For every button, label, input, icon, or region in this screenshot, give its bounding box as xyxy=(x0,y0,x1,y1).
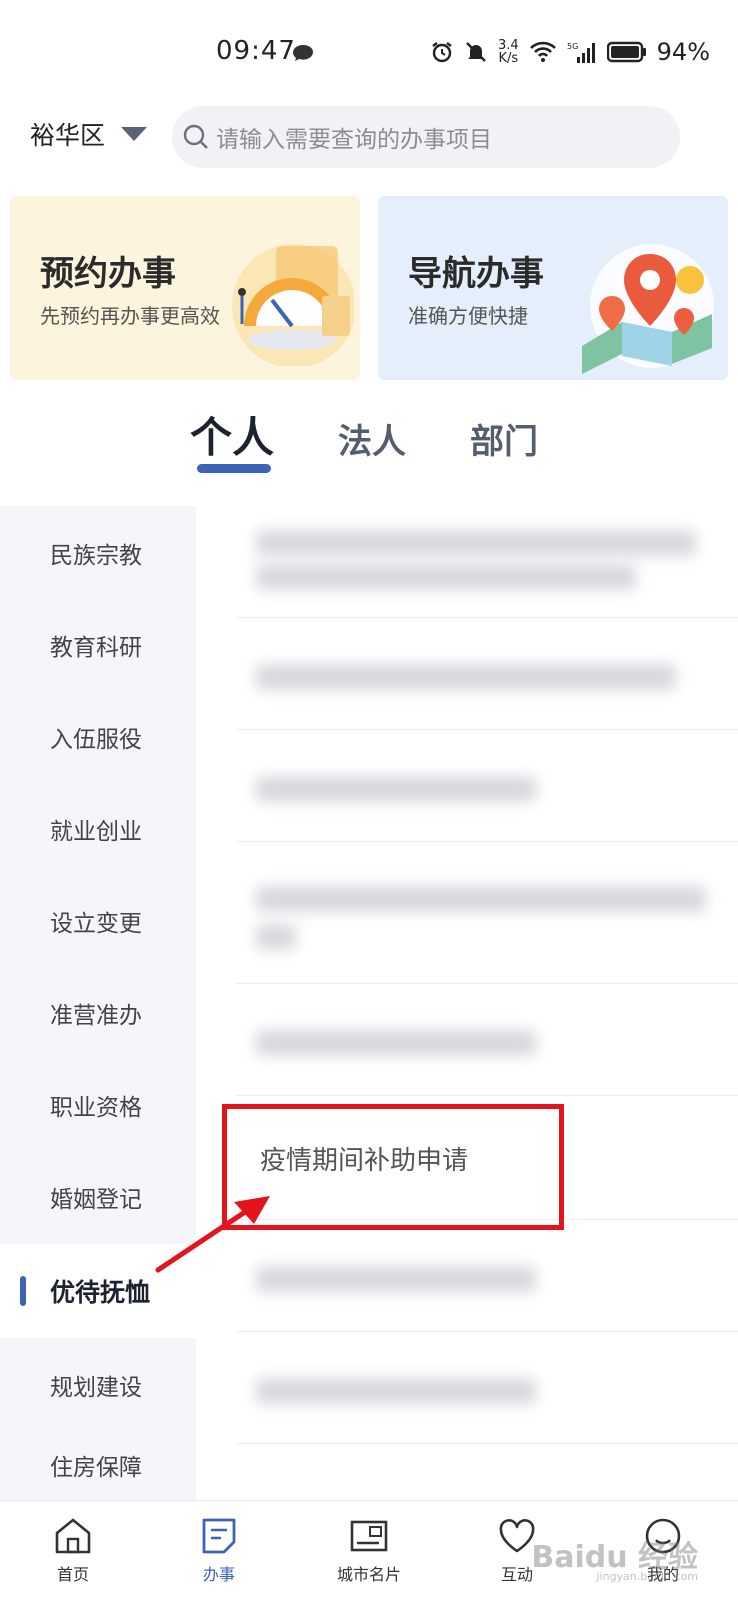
watermark-url: jingyan.baidu.com xyxy=(596,1570,698,1583)
signal-icon: 5G xyxy=(567,42,595,63)
sidebar-item[interactable]: 民族宗教 xyxy=(0,506,196,600)
blurred-text xyxy=(256,886,706,912)
document-icon xyxy=(202,1518,236,1554)
list-item[interactable] xyxy=(236,1332,738,1444)
active-item-marker xyxy=(20,1276,26,1306)
list-item[interactable] xyxy=(236,730,738,842)
search-icon xyxy=(183,124,208,149)
annotation-arrow-icon xyxy=(155,1196,270,1273)
active-tab-indicator xyxy=(197,464,271,473)
list-item[interactable] xyxy=(236,506,738,618)
wifi-icon xyxy=(529,41,556,62)
sidebar-item[interactable]: 设立变更 xyxy=(0,874,196,968)
map-pin-illustration-icon xyxy=(582,244,714,374)
banner-subtitle: 准确方便快捷 xyxy=(408,304,528,328)
dropdown-triangle-icon xyxy=(121,127,148,141)
battery-icon xyxy=(606,41,646,63)
list-item[interactable] xyxy=(236,842,738,984)
blurred-text xyxy=(256,530,696,556)
battery-percent: 94% xyxy=(656,38,710,66)
sidebar-item[interactable]: 职业资格 xyxy=(0,1058,196,1152)
list-item[interactable] xyxy=(236,618,738,730)
search-input[interactable]: 请输入需要查询的办事项目 xyxy=(172,106,680,168)
sidebar-item[interactable]: 入伍服役 xyxy=(0,690,196,784)
nav-services[interactable]: 办事 xyxy=(164,1501,274,1600)
search-placeholder: 请输入需要查询的办事项目 xyxy=(216,127,492,153)
sidebar-item[interactable]: 住房保障 xyxy=(0,1430,196,1490)
nav-city-card[interactable]: 城市名片 xyxy=(314,1501,424,1600)
service-list: 疫情期间补助申请 xyxy=(236,506,738,1506)
alarm-icon xyxy=(432,42,452,63)
tab-department[interactable]: 部门 xyxy=(470,414,538,463)
sidebar-item[interactable]: 教育科研 xyxy=(0,598,196,692)
postcard-icon xyxy=(350,1520,388,1552)
sidebar-item-label: 优待抚恤 xyxy=(50,1278,151,1307)
svg-text:5G: 5G xyxy=(567,42,578,51)
nav-label: 首页 xyxy=(56,1565,89,1584)
blurred-text xyxy=(256,1378,536,1404)
home-icon xyxy=(55,1518,91,1554)
tab-legal-person[interactable]: 法人 xyxy=(338,414,406,463)
list-item[interactable] xyxy=(236,984,738,1096)
blurred-text xyxy=(256,776,536,802)
region-selector[interactable]: 裕华区 xyxy=(30,116,149,152)
nav-label: 互动 xyxy=(500,1565,533,1584)
nav-home[interactable]: 首页 xyxy=(18,1501,128,1600)
blurred-text xyxy=(256,664,676,690)
status-bar: 09:47 3.4 K/s 5G 94% xyxy=(0,0,738,100)
net-speed: 3.4 K/s xyxy=(497,38,519,66)
banner-subtitle: 先预约再办事更高效 xyxy=(40,304,220,328)
sidebar-item[interactable]: 准营准办 xyxy=(0,966,196,1060)
appointment-banner[interactable]: 预约办事 先预约再办事更高效 xyxy=(10,196,360,380)
speedometer-illustration-icon xyxy=(232,244,354,366)
blurred-text xyxy=(256,564,636,590)
chat-bubble-icon xyxy=(293,45,313,61)
blurred-text xyxy=(256,1030,536,1056)
nav-label: 城市名片 xyxy=(336,1565,401,1584)
blurred-text xyxy=(256,1266,536,1292)
status-indicators: 3.4 K/s 5G 94% xyxy=(430,38,710,66)
banner-title: 导航办事 xyxy=(408,254,544,294)
region-label: 裕华区 xyxy=(30,121,106,150)
sidebar-item[interactable]: 规划建设 xyxy=(0,1338,196,1432)
sidebar-item[interactable]: 就业创业 xyxy=(0,782,196,876)
status-time: 09:47 xyxy=(216,36,296,66)
nav-label: 办事 xyxy=(202,1565,235,1584)
navigation-banner[interactable]: 导航办事 准确方便快捷 xyxy=(378,196,728,380)
tab-personal[interactable]: 个人 xyxy=(190,404,274,465)
category-sidebar[interactable]: 民族宗教 教育科研 入伍服役 就业创业 设立变更 准营准办 职业资格 婚姻登记 … xyxy=(0,506,196,1506)
banner-title: 预约办事 xyxy=(40,254,176,294)
blurred-text xyxy=(256,924,296,950)
mute-bell-icon xyxy=(466,42,486,62)
list-item[interactable] xyxy=(236,1220,738,1332)
